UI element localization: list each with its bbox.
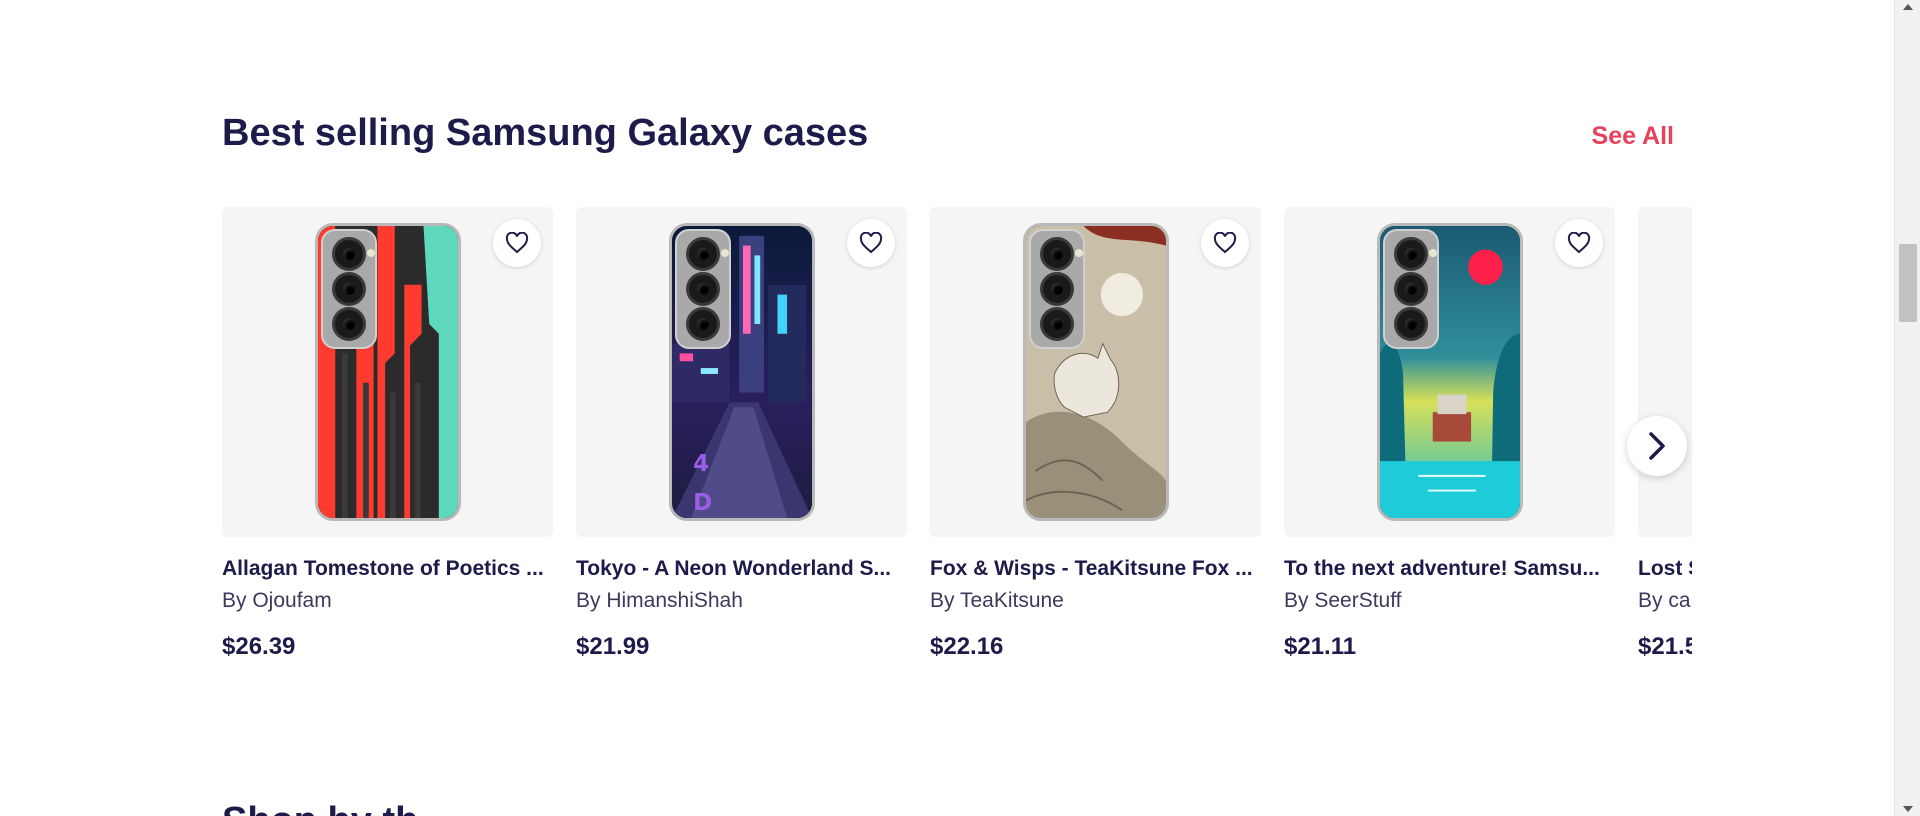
product-image[interactable] <box>222 207 553 537</box>
product-image[interactable] <box>930 207 1261 537</box>
next-section-title: Shop by th <box>222 800 418 816</box>
phone-case-image <box>1022 223 1169 521</box>
product-price: $22.16 <box>930 633 1004 660</box>
section-header: Best selling Samsung Galaxy cases See Al… <box>222 108 1674 164</box>
phone-case-image <box>314 223 461 521</box>
scrollbar-thumb[interactable] <box>1899 244 1917 322</box>
page: Best selling Samsung Galaxy cases See Al… <box>0 0 1894 816</box>
favorite-button[interactable] <box>847 219 895 267</box>
chevron-right-icon <box>1649 432 1665 460</box>
phone-case-image: 4 D <box>668 223 815 521</box>
vertical-scrollbar[interactable] <box>1894 0 1920 816</box>
favorite-button[interactable] <box>1555 219 1603 267</box>
product-card[interactable]: Allagan Tomestone of Poetics ... By Ojou… <box>222 207 553 661</box>
svg-text:D: D <box>693 489 712 516</box>
product-image[interactable]: 4 D <box>576 207 907 537</box>
product-image[interactable] <box>1638 207 1692 537</box>
product-price: $21.99 <box>576 633 650 660</box>
scroll-up-arrow-icon[interactable] <box>1903 4 1913 10</box>
product-title[interactable]: Allagan Tomestone of Poetics ... <box>222 557 553 581</box>
heart-outline-icon <box>1567 232 1591 254</box>
product-title[interactable]: Fox & Wisps - TeaKitsune Fox ... <box>930 557 1261 581</box>
product-artist[interactable]: By TeaKitsune <box>930 589 1261 613</box>
phone-case-image <box>1376 223 1523 521</box>
heart-outline-icon <box>859 232 883 254</box>
favorite-button[interactable] <box>493 219 541 267</box>
scroll-down-arrow-icon[interactable] <box>1903 806 1913 812</box>
carousel-next-button[interactable] <box>1627 416 1687 476</box>
product-card[interactable]: To the next adventure! Samsu... By SeerS… <box>1284 207 1615 661</box>
product-price: $21.11 <box>1284 633 1357 660</box>
product-price: $26.39 <box>222 633 296 660</box>
heart-outline-icon <box>1213 232 1237 254</box>
product-artist[interactable]: By HimanshiShah <box>576 589 907 613</box>
product-artist[interactable]: By SeerStuff <box>1284 589 1615 613</box>
heart-outline-icon <box>505 232 529 254</box>
product-carousel: Allagan Tomestone of Poetics ... By Ojou… <box>222 207 1692 677</box>
product-card[interactable]: Fox & Wisps - TeaKitsune Fox ... By TeaK… <box>930 207 1261 661</box>
product-image[interactable] <box>1284 207 1615 537</box>
product-title[interactable]: Lost S <box>1638 557 1692 581</box>
product-title[interactable]: Tokyo - A Neon Wonderland S... <box>576 557 907 581</box>
product-card[interactable]: 4 D Tokyo - A Neon Wonderland S... By Hi… <box>576 207 907 661</box>
product-price: $21.5 <box>1638 633 1692 660</box>
svg-text:4: 4 <box>693 450 709 477</box>
favorite-button[interactable] <box>1201 219 1249 267</box>
section-title: Best selling Samsung Galaxy cases <box>222 112 869 154</box>
see-all-link[interactable]: See All <box>1592 122 1674 151</box>
product-artist[interactable]: By ca <box>1638 589 1692 613</box>
product-artist[interactable]: By Ojoufam <box>222 589 553 613</box>
product-title[interactable]: To the next adventure! Samsu... <box>1284 557 1615 581</box>
